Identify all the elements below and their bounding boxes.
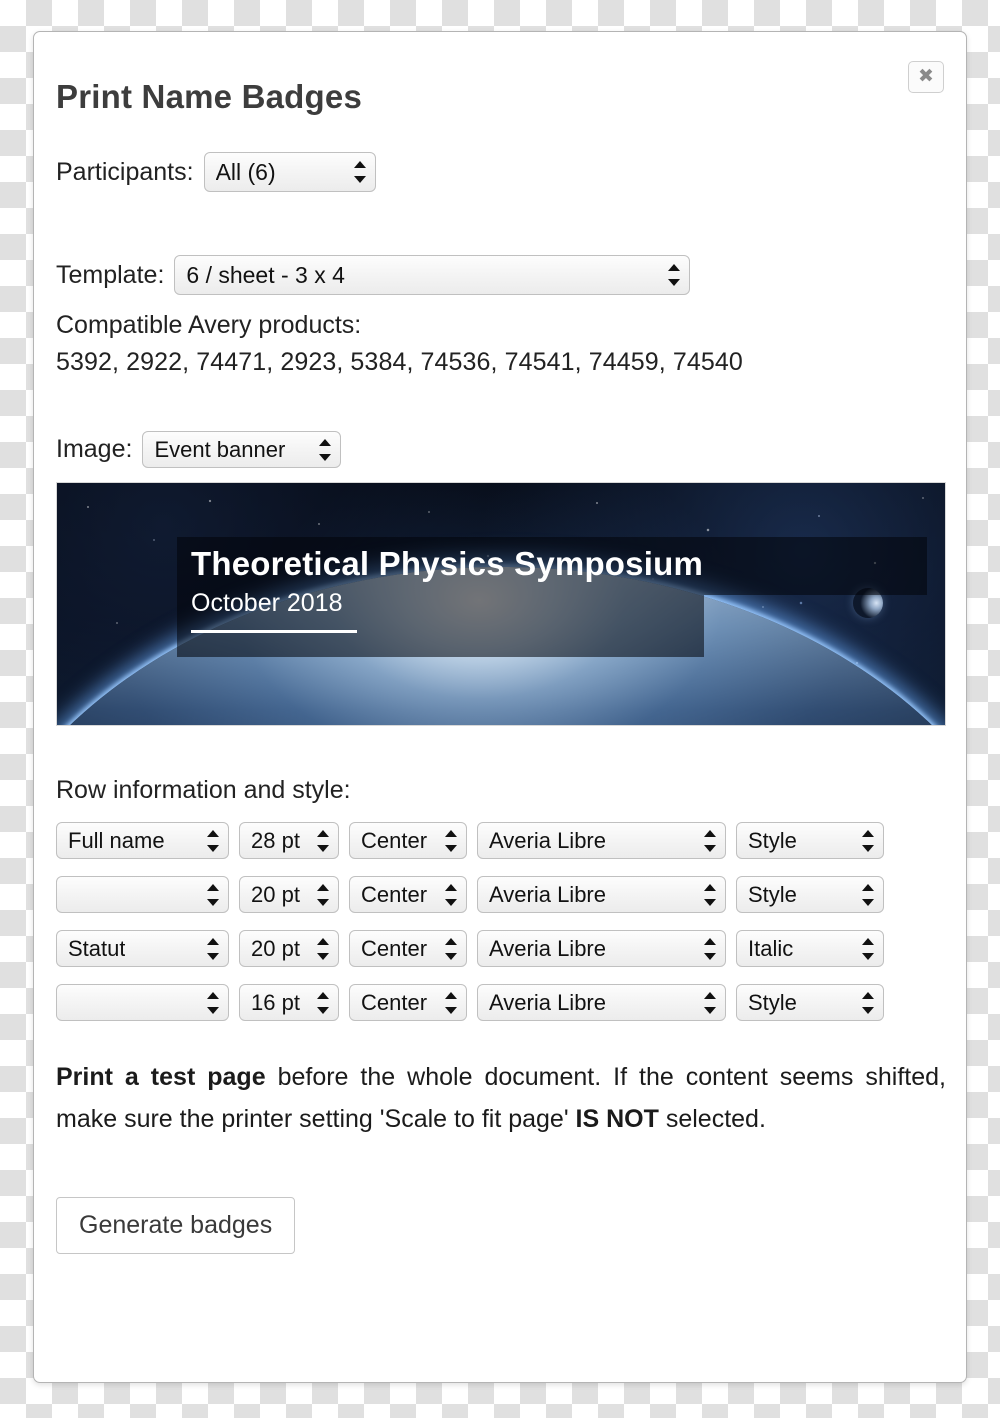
chevron-updown-icon xyxy=(445,882,458,908)
row-style-line: Full name 28 pt Center Averia Libre Styl… xyxy=(56,822,944,859)
banner-text-block: Theoretical Physics Symposium October 20… xyxy=(191,545,703,634)
row-1-style-select[interactable]: Style xyxy=(736,876,884,913)
row-1-align-value: Center xyxy=(361,881,428,907)
row-1-style-value: Style xyxy=(748,881,797,907)
chevron-updown-icon xyxy=(704,990,717,1016)
template-value: 6 / sheet - 3 x 4 xyxy=(186,261,345,288)
banner-title: Theoretical Physics Symposium xyxy=(191,545,703,582)
row-style-line: Statut 20 pt Center Averia Libre Italic xyxy=(56,930,944,967)
chevron-updown-icon xyxy=(445,828,458,854)
row-3-font-value: Averia Libre xyxy=(489,989,606,1015)
row-1-size-select[interactable]: 20 pt xyxy=(239,876,339,913)
row-2-align-value: Center xyxy=(361,935,428,961)
row-3-font-select[interactable]: Averia Libre xyxy=(477,984,726,1021)
row-1-size-value: 20 pt xyxy=(251,881,300,907)
chevron-updown-icon xyxy=(317,990,330,1016)
close-icon[interactable]: ✖ xyxy=(908,61,944,93)
row-0-align-value: Center xyxy=(361,827,428,853)
row-0-font-select[interactable]: Averia Libre xyxy=(477,822,726,859)
image-value: Event banner xyxy=(154,436,286,462)
avery-products-list: 5392, 2922, 74471, 2923, 5384, 74536, 74… xyxy=(56,348,743,376)
page-title: Print Name Badges xyxy=(56,78,362,115)
row-0-font-value: Averia Libre xyxy=(489,827,606,853)
note-body-2: selected. xyxy=(658,1104,766,1133)
row-3-align-select[interactable]: Center xyxy=(349,984,467,1021)
row-3-align-value: Center xyxy=(361,989,428,1015)
template-select[interactable]: 6 / sheet - 3 x 4 xyxy=(174,255,691,295)
row-1-field-select[interactable] xyxy=(56,876,229,913)
chevron-updown-icon xyxy=(207,882,220,908)
print-test-note: Print a test page before the whole docum… xyxy=(56,1057,946,1140)
chevron-updown-icon xyxy=(445,936,458,962)
row-2-align-select[interactable]: Center xyxy=(349,930,467,967)
generate-badges-button[interactable]: Generate badges xyxy=(56,1197,296,1254)
row-2-font-select[interactable]: Averia Libre xyxy=(477,930,726,967)
row-0-style-select[interactable]: Style xyxy=(736,822,884,859)
row-0-style-value: Style xyxy=(748,827,797,853)
template-label: Template: xyxy=(56,260,165,289)
row-0-field-select[interactable]: Full name xyxy=(56,822,229,859)
row-1-align-select[interactable]: Center xyxy=(349,876,467,913)
row-2-size-value: 20 pt xyxy=(251,935,300,961)
chevron-updown-icon xyxy=(207,990,220,1016)
row-3-size-value: 16 pt xyxy=(251,989,300,1015)
chevron-updown-icon xyxy=(207,936,220,962)
chevron-updown-icon xyxy=(862,936,875,962)
chevron-updown-icon xyxy=(862,990,875,1016)
image-select[interactable]: Event banner xyxy=(142,431,342,468)
row-2-field-select[interactable]: Statut xyxy=(56,930,229,967)
row-2-font-value: Averia Libre xyxy=(489,935,606,961)
chevron-updown-icon xyxy=(668,262,681,288)
dialog-body: ✖ Print Name Badges Participants: All (6… xyxy=(34,32,966,1382)
chevron-updown-icon xyxy=(317,882,330,908)
banner-underline xyxy=(191,630,357,634)
row-3-field-select[interactable] xyxy=(56,984,229,1021)
row-2-size-select[interactable]: 20 pt xyxy=(239,930,339,967)
participants-select[interactable]: All (6) xyxy=(203,152,376,192)
chevron-updown-icon xyxy=(862,882,875,908)
row-style-line: 20 pt Center Averia Libre Style xyxy=(56,876,944,913)
image-label: Image: xyxy=(56,435,133,463)
row-3-size-select[interactable]: 16 pt xyxy=(239,984,339,1021)
template-row: Template: 6 / sheet - 3 x 4 xyxy=(56,255,944,295)
note-bold-emphasis: IS NOT xyxy=(575,1104,659,1133)
row-1-font-value: Averia Libre xyxy=(489,881,606,907)
participants-value: All (6) xyxy=(215,158,276,185)
note-bold-lead: Print a test page xyxy=(56,1063,266,1091)
print-name-badges-dialog: ✖ Print Name Badges Participants: All (6… xyxy=(33,31,967,1383)
image-row: Image: Event banner xyxy=(56,431,944,468)
chevron-updown-icon xyxy=(704,936,717,962)
row-1-font-select[interactable]: Averia Libre xyxy=(477,876,726,913)
chevron-updown-icon xyxy=(317,828,330,854)
row-0-size-value: 28 pt xyxy=(251,827,300,853)
chevron-updown-icon xyxy=(704,828,717,854)
chevron-updown-icon xyxy=(704,882,717,908)
rows-section-title: Row information and style: xyxy=(56,776,351,804)
participants-row: Participants: All (6) xyxy=(56,152,944,192)
row-2-style-select[interactable]: Italic xyxy=(736,930,884,967)
chevron-updown-icon xyxy=(319,437,332,463)
banner-subtitle: October 2018 xyxy=(191,589,343,618)
row-0-field-value: Full name xyxy=(68,827,165,853)
row-style-line: 16 pt Center Averia Libre Style xyxy=(56,984,944,1021)
chevron-updown-icon xyxy=(353,159,367,185)
row-3-style-value: Style xyxy=(748,989,797,1015)
chevron-updown-icon xyxy=(317,936,330,962)
row-0-size-select[interactable]: 28 pt xyxy=(239,822,339,859)
chevron-updown-icon xyxy=(445,990,458,1016)
avery-products-label: Compatible Avery products: xyxy=(56,311,362,339)
chevron-updown-icon xyxy=(862,828,875,854)
row-3-style-select[interactable]: Style xyxy=(736,984,884,1021)
chevron-updown-icon xyxy=(207,828,220,854)
row-0-align-select[interactable]: Center xyxy=(349,822,467,859)
row-2-field-value: Statut xyxy=(68,935,126,961)
banner-preview: Theoretical Physics Symposium October 20… xyxy=(56,482,946,726)
row-2-style-value: Italic xyxy=(748,935,794,961)
participants-label: Participants: xyxy=(56,157,194,186)
